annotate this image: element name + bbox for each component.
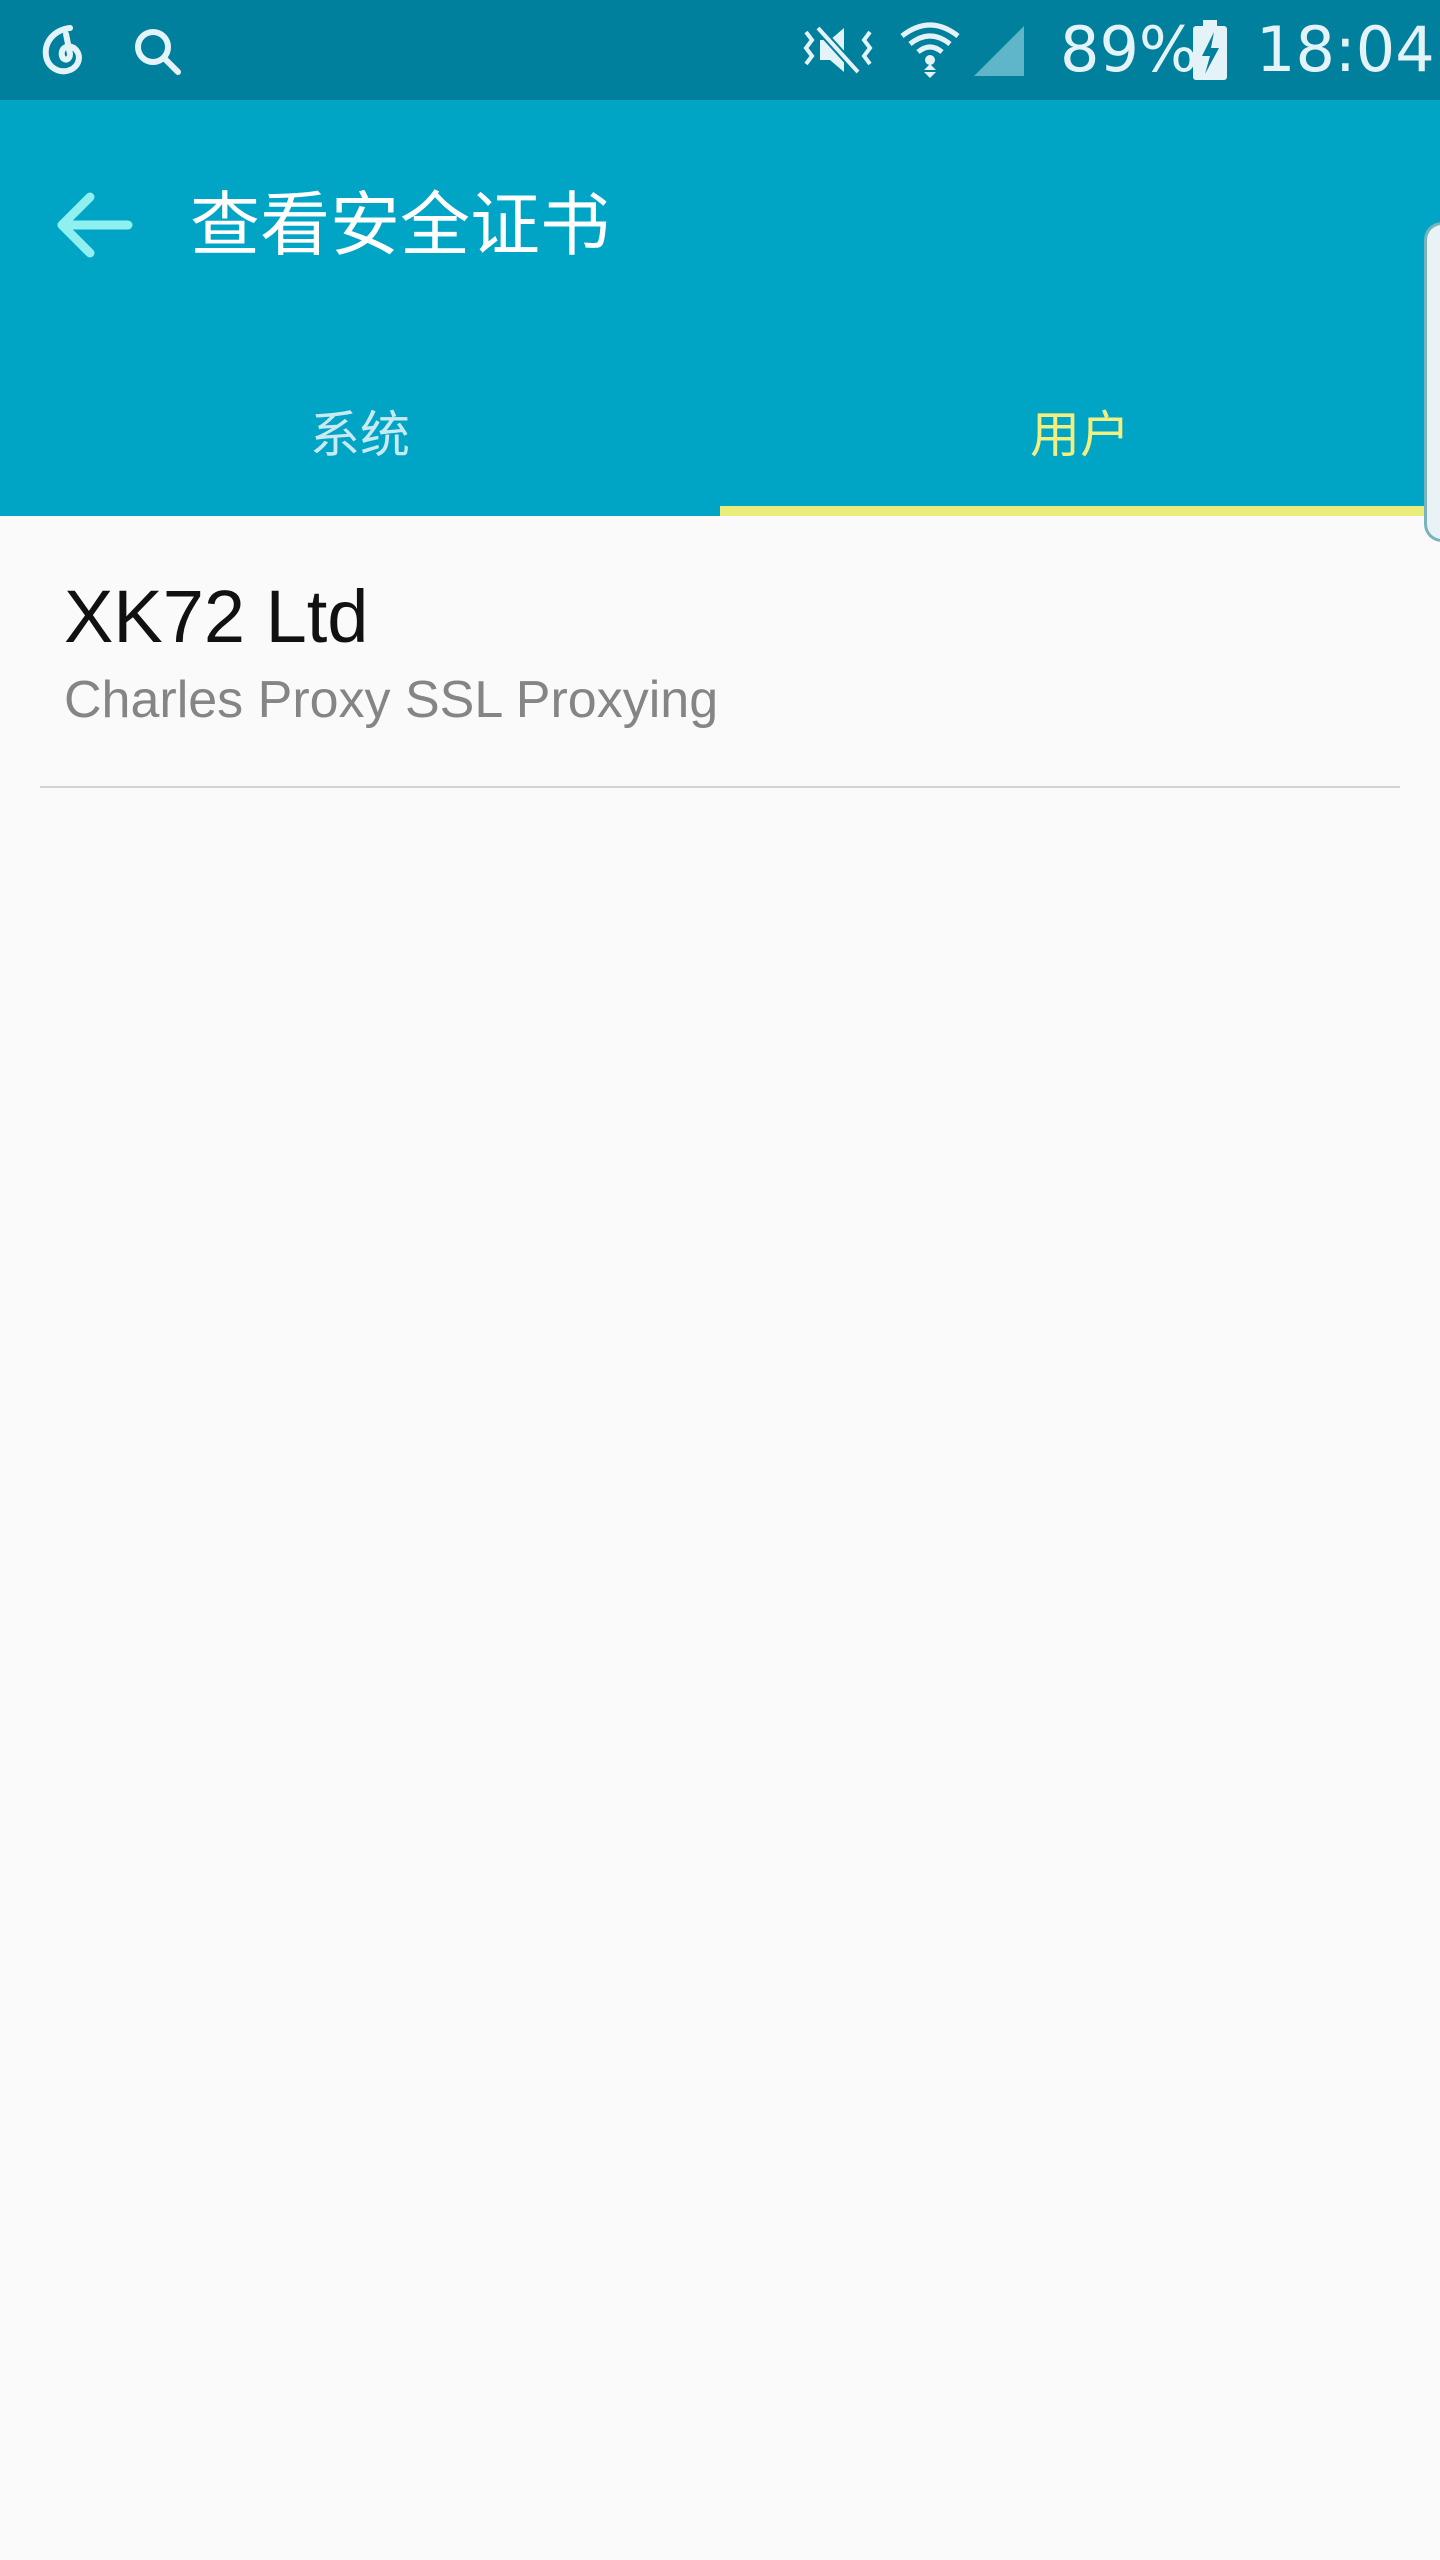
wifi-icon <box>900 22 960 78</box>
back-button[interactable] <box>40 170 150 280</box>
certificate-subtitle: Charles Proxy SSL Proxying <box>64 671 719 729</box>
page-title: 查看安全证书 <box>190 184 610 266</box>
certificate-title: XK72 Ltd <box>64 575 369 658</box>
tab-system[interactable]: 系统 <box>0 350 720 516</box>
list-divider <box>40 786 1400 788</box>
edge-panel-handle[interactable] <box>1424 222 1440 542</box>
cell-signal-icon <box>974 26 1024 76</box>
battery-charging-icon <box>1193 20 1227 80</box>
status-bar: 89% 18:04 <box>0 0 1440 100</box>
battery-percent: 89% <box>1060 13 1198 86</box>
tab-system-label: 系统 <box>310 406 410 464</box>
tab-user-label: 用户 <box>1030 406 1130 464</box>
clock: 18:04 <box>1256 13 1435 86</box>
arrow-left-icon <box>57 192 133 258</box>
certificate-list-item[interactable]: XK72 Ltd Charles Proxy SSL Proxying <box>40 516 1400 788</box>
tab-selected-indicator <box>720 506 1425 516</box>
app-bar: 查看安全证书 系统 用户 <box>0 100 1440 516</box>
tab-user[interactable]: 用户 <box>720 350 1440 516</box>
search-icon <box>135 29 181 75</box>
vibrate-mute-icon <box>803 25 873 75</box>
netease-music-icon <box>42 25 82 75</box>
